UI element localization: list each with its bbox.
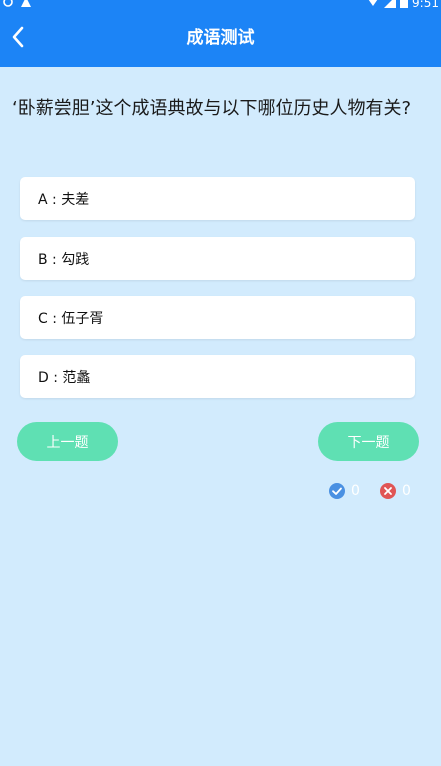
option-a[interactable]: A : 夫差 xyxy=(20,177,415,220)
page-title: 成语测试 xyxy=(186,28,255,48)
back-arrow-icon xyxy=(11,26,25,52)
signal-icon xyxy=(384,0,397,10)
option-c[interactable]: C : 伍子胥 xyxy=(20,296,415,339)
prev-question-button[interactable]: 上一题 xyxy=(17,422,118,461)
back-button[interactable] xyxy=(0,10,36,67)
app-bar: 成语测试 xyxy=(0,10,441,67)
wifi-icon xyxy=(366,0,380,10)
question-text: ‘卧薪尝胆’这个成语典故与以下哪位历史人物有关? xyxy=(12,98,411,119)
alert-icon xyxy=(20,0,32,10)
correct-count-value: 0 xyxy=(351,483,360,499)
status-bar: 9:51 xyxy=(0,0,441,10)
next-question-button[interactable]: 下一题 xyxy=(318,422,419,461)
cross-circle-icon xyxy=(380,483,396,499)
sync-icon xyxy=(2,0,14,10)
correct-count: 0 xyxy=(329,483,360,499)
status-time: 9:51 xyxy=(412,0,439,10)
option-b[interactable]: B : 勾践 xyxy=(20,237,415,280)
check-circle-icon xyxy=(329,483,345,499)
option-d[interactable]: D : 范蠡 xyxy=(20,355,415,398)
status-left xyxy=(2,0,32,10)
battery-icon xyxy=(400,0,409,10)
status-right: 9:51 xyxy=(366,0,439,10)
wrong-count: 0 xyxy=(380,483,411,499)
wrong-count-value: 0 xyxy=(402,483,411,499)
